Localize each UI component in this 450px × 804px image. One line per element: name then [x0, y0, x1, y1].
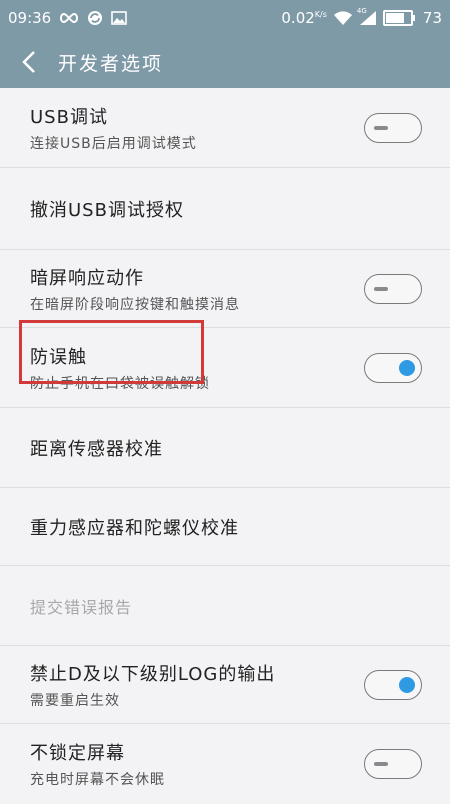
setting-title: 提交错误报告 [30, 597, 133, 617]
setting-usb-debugging[interactable]: USB调试 连接USB后启用调试模式 [0, 88, 450, 168]
status-bar: 09:36 0.02K/s 4G 73 [0, 0, 450, 36]
net-speed: 0.02K/s [281, 9, 327, 27]
sync-icon [87, 10, 103, 26]
image-icon [111, 11, 128, 25]
back-button[interactable] [0, 36, 58, 88]
settings-list: USB调试 连接USB后启用调试模式 撤消USB调试授权 暗屏响应动作 在暗屏阶… [0, 88, 450, 804]
setting-dark-screen-response[interactable]: 暗屏响应动作 在暗屏阶段响应按键和触摸消息 [0, 250, 450, 328]
net-speed-unit: K/s [314, 10, 327, 19]
chevron-left-icon [22, 51, 35, 73]
signal-icon: 4G [356, 7, 377, 26]
dark-screen-response-toggle[interactable] [364, 273, 422, 304]
setting-revoke-usb-auth[interactable]: 撤消USB调试授权 [0, 168, 450, 250]
battery-icon [382, 10, 415, 26]
setting-title: 撤消USB调试授权 [30, 199, 184, 221]
setting-gravity-gyro-calibration[interactable]: 重力感应器和陀螺仪校准 [0, 488, 450, 566]
wifi-icon [333, 10, 353, 26]
battery-level: 73 [422, 9, 442, 27]
setting-disable-log-output[interactable]: 禁止D及以下级别LOG的输出 需要重启生效 [0, 646, 450, 724]
highlight-annotation-box [19, 320, 204, 384]
setting-submit-bug-report: 提交错误报告 [0, 566, 450, 646]
setting-title: 距离传感器校准 [30, 438, 163, 460]
stay-awake-toggle[interactable] [364, 749, 422, 779]
clock: 09:36 [8, 9, 52, 27]
page-title: 开发者选项 [58, 52, 164, 75]
title-bar: 开发者选项 [0, 36, 450, 88]
net-speed-value: 0.02 [281, 9, 315, 27]
usb-debugging-toggle[interactable] [364, 112, 422, 143]
disable-log-output-toggle[interactable] [364, 669, 422, 700]
accidental-touch-toggle[interactable] [364, 352, 422, 383]
setting-proximity-calibration[interactable]: 距离传感器校准 [0, 408, 450, 488]
infinity-icon [59, 12, 79, 24]
setting-title: 重力感应器和陀螺仪校准 [30, 517, 239, 539]
network-type: 4G [356, 7, 367, 15]
setting-stay-awake[interactable]: 不锁定屏幕 充电时屏幕不会休眠 [0, 724, 450, 804]
